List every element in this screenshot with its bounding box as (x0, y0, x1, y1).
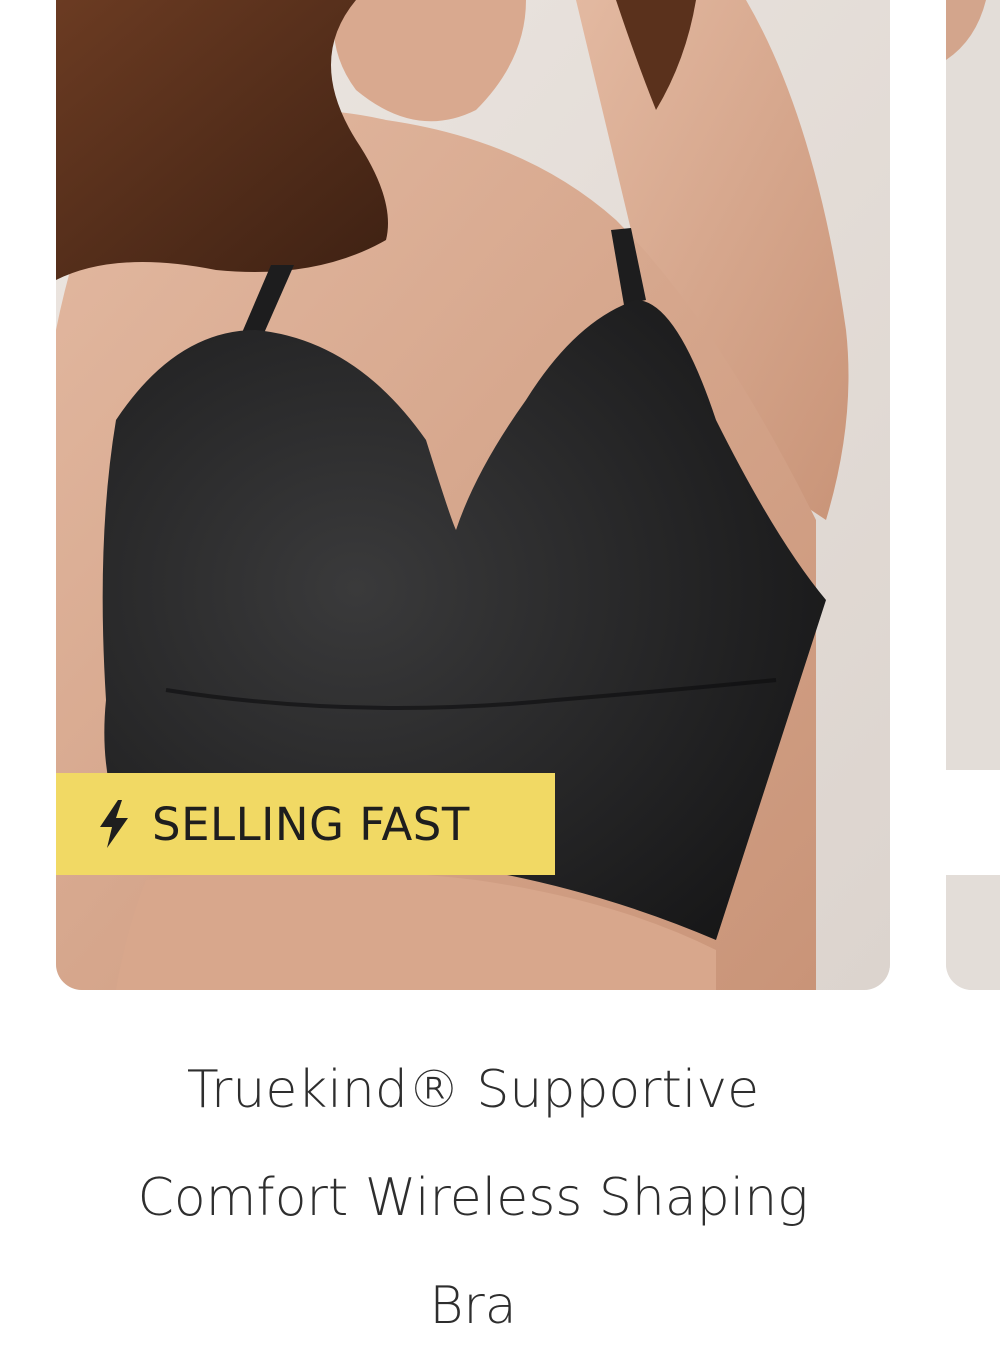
lightning-bolt-icon (98, 800, 130, 848)
selling-fast-badge: SELLING FAST (56, 773, 555, 875)
badge-label: SELLING FAST (152, 797, 470, 851)
product-title[interactable]: Truekind® Supportive Comfort Wireless Sh… (56, 1036, 890, 1360)
next-product-image-peek[interactable] (946, 0, 1000, 990)
next-product-photo (946, 0, 1000, 990)
